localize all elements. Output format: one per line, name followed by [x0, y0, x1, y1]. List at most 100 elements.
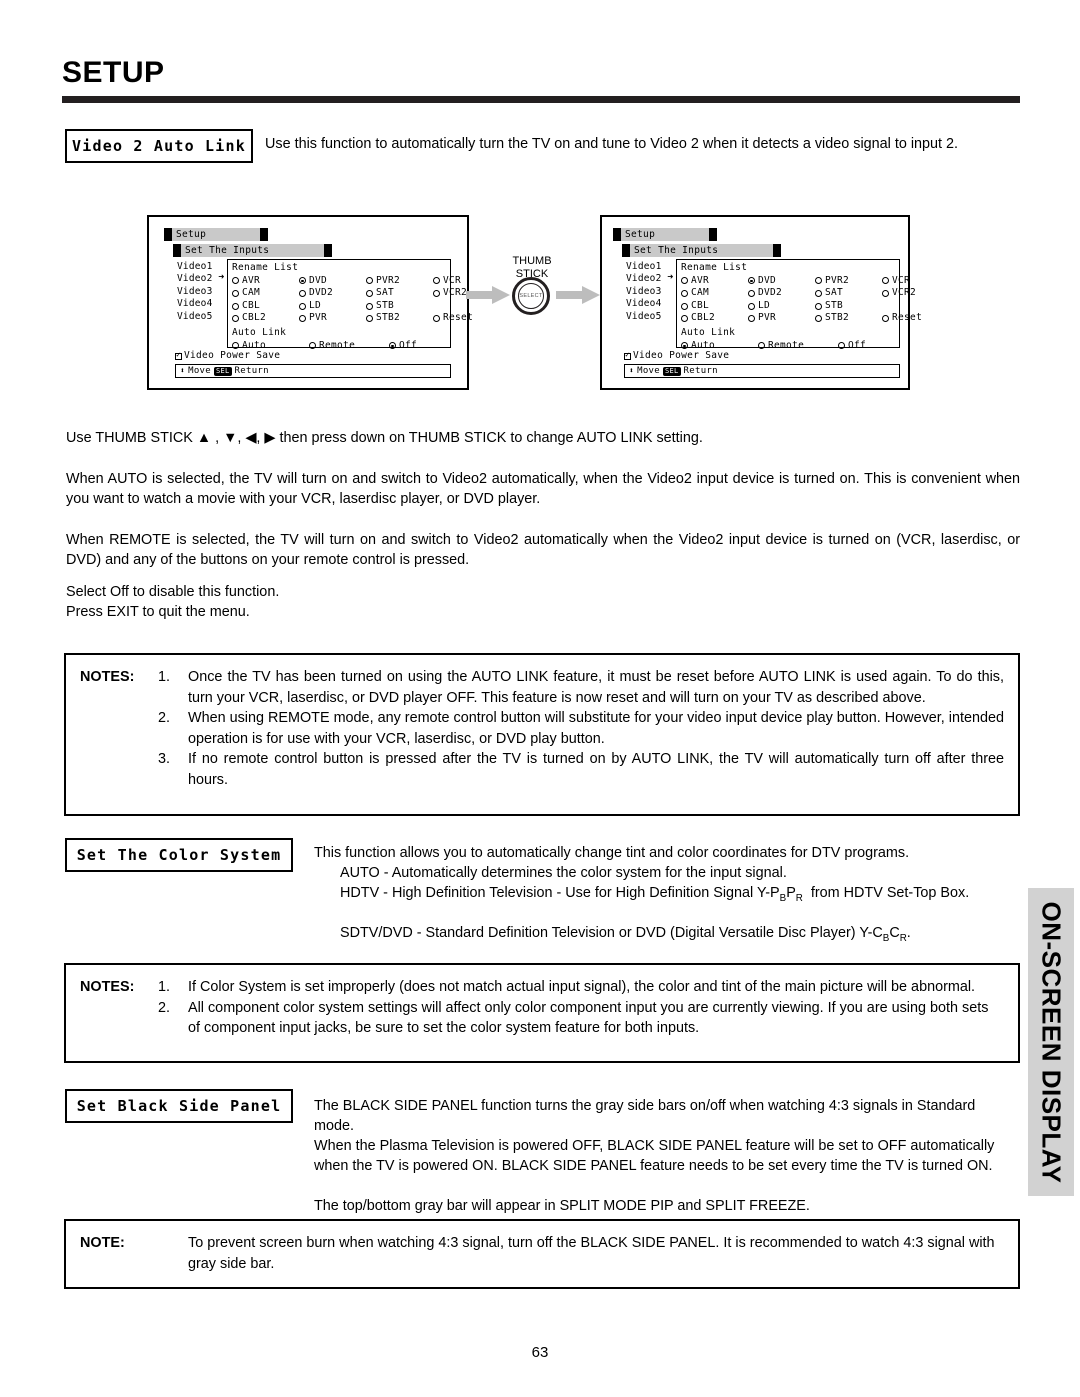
title-cap-right-icon	[260, 228, 268, 241]
notes-box-auto-link: NOTES: 1. Once the TV has been turned on…	[64, 653, 1020, 816]
radio-dot-icon	[433, 315, 440, 323]
radio-dot-icon	[366, 302, 373, 310]
osd-screen-right: Setup Set The Inputs Video1 Video2 ➜ Vide…	[600, 215, 922, 390]
notes-item: NOTES: 1. If Color System is set imprope…	[80, 977, 1004, 998]
radio-avr: AVR	[681, 275, 748, 288]
radio-dot-icon	[232, 315, 239, 323]
radio-cbl: CBL	[232, 300, 299, 313]
updown-arrow-icon: ⬍	[629, 366, 635, 375]
radio-dot-icon	[232, 277, 239, 285]
radio-stb: STB	[815, 300, 882, 313]
radio-dot-icon	[748, 277, 755, 285]
osd-menu-title-left: Setup	[176, 229, 207, 240]
radio-dvd2: DVD2	[299, 287, 366, 300]
radio-dot-icon	[681, 289, 688, 297]
radio-cbl2: CBL2	[681, 312, 748, 325]
radio-auto-link-off: Off	[838, 340, 898, 353]
title-cap-left-icon	[164, 228, 172, 241]
osd-menu-title-bar-left: Setup	[164, 228, 268, 241]
radio-dot-icon	[681, 315, 688, 323]
notes-item: 3. If no remote control button is presse…	[80, 749, 1004, 790]
osd-input-item: Video2 ➜	[177, 272, 225, 285]
radio-dot-icon	[815, 315, 822, 323]
radio-dvd2: DVD2	[748, 287, 815, 300]
auto-link-label: Auto Link	[232, 326, 287, 338]
instruction-paragraph-5: Press EXIT to quit the menu.	[66, 604, 250, 620]
video-power-save-checkbox-right[interactable]: Video Power Save	[624, 350, 729, 362]
selection-arrow-icon: ➜	[218, 272, 225, 284]
osd-footer-left: ⬍ Move SEL Return	[175, 364, 451, 378]
radio-avr: AVR	[232, 275, 299, 288]
radio-sat: SAT	[366, 287, 433, 300]
radio-cbl2: CBL2	[232, 312, 299, 325]
instruction-paragraph-4: Select Off to disable this function.	[66, 584, 280, 600]
notes-heading: NOTES:	[80, 979, 135, 995]
title-cap-right-icon	[709, 228, 717, 241]
radio-dvd: DVD	[748, 275, 815, 288]
notes-text: All component color system settings will…	[188, 999, 989, 1037]
osd-menu-title-right: Setup	[625, 229, 656, 240]
radio-dot-icon	[882, 289, 889, 297]
color-system-line-1: This function allows you to automaticall…	[314, 845, 910, 861]
radio-dot-icon	[309, 342, 316, 350]
subtitle-cap-right-icon	[324, 244, 332, 257]
radio-dot-icon	[748, 315, 755, 323]
page-title: SETUP	[62, 56, 165, 89]
video-power-save-checkbox-left[interactable]: Video Power Save	[175, 350, 280, 362]
radio-dot-icon	[882, 315, 889, 323]
thumb-stick-group: THUMB STICK SELECT	[466, 255, 605, 345]
instruction-paragraph-1: Use THUMB STICK ▲ , ▼, ◀, ▶ then press d…	[66, 430, 703, 446]
notes-text: Once the TV has been turned on using the…	[188, 669, 1004, 706]
radio-cam: CAM	[232, 287, 299, 300]
osd-input-item: Video3	[626, 285, 662, 297]
radio-dot-icon	[882, 277, 889, 285]
osd-input-item: Video1	[177, 261, 213, 272]
osd-input-item: Video2 ➜	[626, 272, 674, 285]
osd-submenu-title-left: Set The Inputs	[185, 245, 270, 256]
rename-list-grid: AVR DVD PVR2 VCR CAM DVD2 SAT VCR2 CBL L…	[232, 275, 473, 325]
radio-dot-icon	[748, 289, 755, 297]
select-button[interactable]: SELECT	[512, 277, 550, 315]
instruction-paragraph-3: When REMOTE is selected, the TV will tur…	[66, 532, 1020, 568]
radio-dot-icon	[366, 315, 373, 323]
osd-input-item: Video4	[177, 298, 213, 310]
radio-dot-icon	[681, 277, 688, 285]
notes-heading: NOTES:	[80, 669, 135, 685]
notes-text: When using REMOTE mode, any remote contr…	[188, 710, 1004, 747]
radio-pvr: PVR	[299, 312, 366, 325]
notes-number: 1.	[158, 669, 171, 685]
radio-reset: Reset	[882, 312, 944, 325]
radio-dot-icon	[299, 315, 306, 323]
updown-arrow-icon: ⬍	[180, 366, 186, 375]
rename-list-grid: AVR DVD PVR2 VCR CAM DVD2 SAT VCR2 CBL L…	[681, 275, 922, 325]
sel-key-icon: SEL	[663, 366, 681, 376]
osd-submenu-title-bar-left: Set The Inputs	[173, 244, 332, 257]
radio-dot-icon	[758, 342, 765, 350]
radio-sat: SAT	[815, 287, 882, 300]
osd-input-item: Video5	[177, 310, 213, 322]
select-button-label: SELECT	[518, 283, 544, 309]
radio-ld: LD	[299, 300, 366, 313]
notes-heading: NOTE:	[80, 1235, 125, 1251]
radio-auto-link-remote: Remote	[309, 340, 389, 353]
osd-input-item: Video1	[626, 261, 662, 272]
notes-item: NOTES: 1. Once the TV has been turned on…	[80, 667, 1004, 708]
notes-text: To prevent screen burn when watching 4:3…	[188, 1235, 995, 1272]
radio-dot-icon	[433, 289, 440, 297]
notes-number: 2.	[158, 999, 171, 1016]
color-system-line-4: SDTV/DVD - Standard Definition Televisio…	[340, 925, 911, 944]
radio-dot-icon	[838, 342, 845, 350]
section-label-set-the-color-system: Set The Color System	[65, 838, 293, 872]
radio-stb2: STB2	[366, 312, 433, 325]
osd-options-panel-left: Rename List AVR DVD PVR2 VCR CAM DVD2 SA…	[227, 259, 473, 351]
radio-vcr: VCR	[882, 275, 944, 288]
notes-item: NOTE: To prevent screen burn when watchi…	[80, 1233, 1004, 1274]
radio-dot-icon	[366, 289, 373, 297]
black-side-panel-line-1: The BLACK SIDE PANEL function turns the …	[314, 1098, 976, 1134]
radio-pvr2: PVR2	[815, 275, 882, 288]
osd-input-list-left: Video1 Video2 ➜ Video3 Video4 Video5	[177, 261, 225, 323]
notes-text: If Color System is set improperly (does …	[188, 979, 976, 995]
osd-input-item: Video4	[626, 298, 662, 310]
radio-dot-icon	[232, 342, 239, 350]
osd-submenu-title-right: Set The Inputs	[634, 245, 719, 256]
